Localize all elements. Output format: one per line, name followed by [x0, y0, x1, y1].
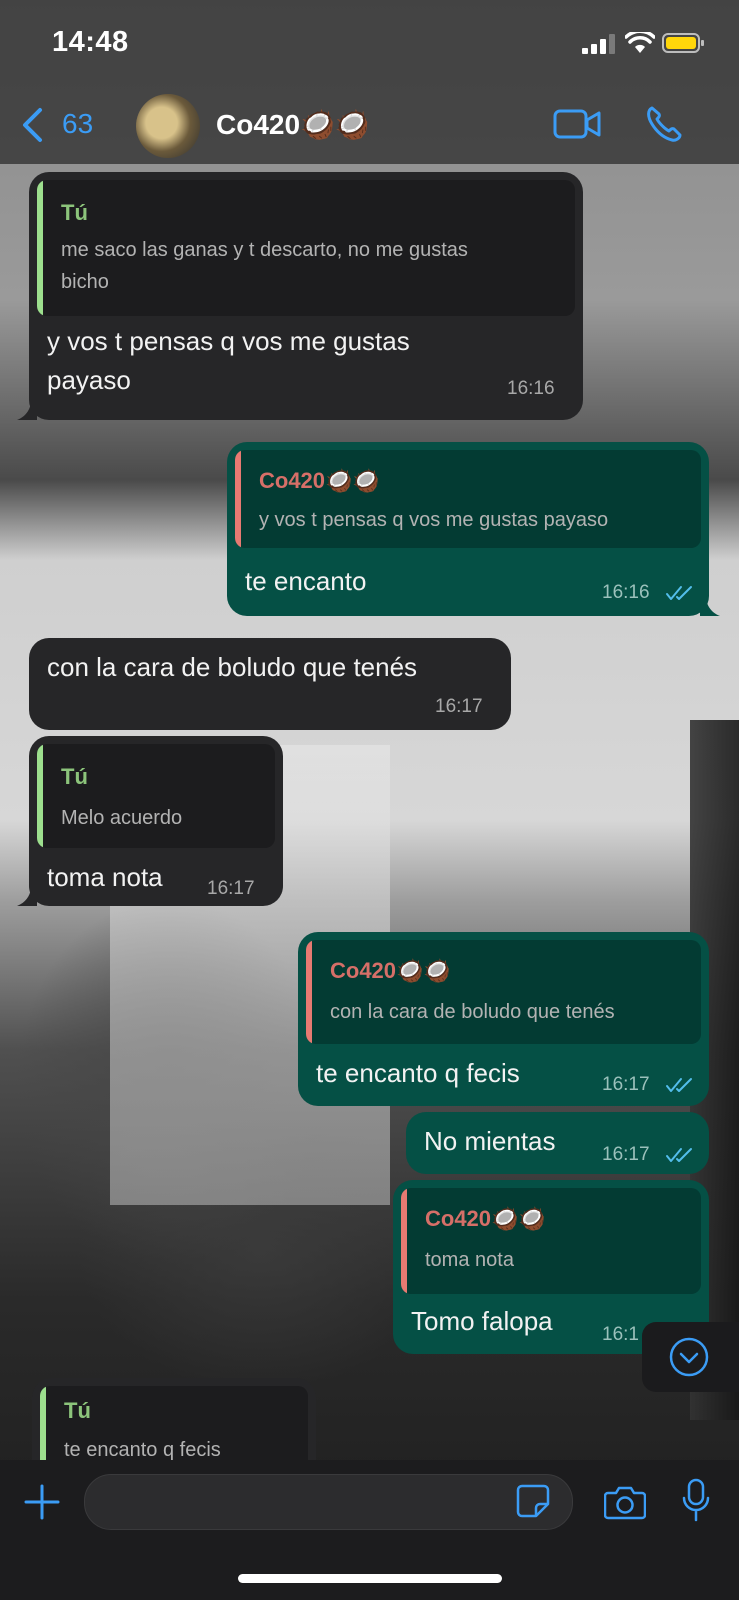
bubble-tail — [700, 596, 720, 616]
reply-quote[interactable]: Tú Melo acuerdo — [37, 744, 275, 848]
back-unread-count[interactable]: 63 — [62, 108, 93, 140]
message-time: 16:16 — [507, 378, 555, 399]
scroll-to-bottom-button[interactable] — [642, 1322, 739, 1392]
message-text: Tomo falopa — [411, 1306, 553, 1336]
message-bubble-incoming[interactable]: Tú Melo acuerdo toma nota 16:17 — [29, 736, 283, 906]
quote-text: me saco las ganas y t descarto, no me gu… — [61, 239, 468, 261]
reply-quote[interactable]: Co420🥥🥥 toma nota — [401, 1188, 701, 1294]
chevron-down-icon — [669, 1337, 709, 1377]
reply-quote[interactable]: Co420🥥🥥 con la cara de boludo que tenés — [306, 940, 701, 1044]
message-time: 16:17 — [602, 1074, 650, 1095]
quote-text: con la cara de boludo que tenés — [330, 1001, 615, 1023]
message-time: 16:17 — [435, 696, 483, 717]
status-bar: 14:48 — [0, 0, 739, 86]
quote-bar — [401, 1188, 407, 1294]
message-bubble-outgoing[interactable]: Co420🥥🥥 con la cara de boludo que tenés … — [298, 932, 709, 1106]
contact-avatar[interactable] — [136, 94, 200, 158]
quote-author: Co420🥥🥥 — [425, 1206, 546, 1231]
phone-call-icon[interactable] — [644, 104, 684, 144]
quote-author: Co420🥥🥥 — [330, 958, 451, 983]
plus-icon[interactable] — [24, 1484, 60, 1520]
battery-icon — [662, 33, 704, 53]
read-receipt-icon — [666, 1148, 692, 1162]
message-bubble-outgoing[interactable]: Co420🥥🥥 y vos t pensas q vos me gustas p… — [227, 442, 709, 616]
message-text: No mientas — [424, 1126, 556, 1156]
message-text: con la cara de boludo que tenés — [47, 652, 418, 682]
message-text: toma nota — [47, 862, 163, 892]
message-time: 16:1 — [602, 1324, 639, 1345]
quote-author: Tú — [61, 764, 88, 789]
quote-author: Tú — [61, 200, 88, 225]
message-bubble-incoming[interactable]: con la cara de boludo que tenés 16:17 — [29, 638, 511, 730]
quote-text: toma nota — [425, 1249, 514, 1271]
quote-text: Melo acuerdo — [61, 807, 183, 829]
message-input[interactable] — [84, 1474, 573, 1530]
quote-text: y vos t pensas q vos me gustas payaso — [259, 509, 609, 531]
message-text: te encanto q fecis — [316, 1058, 520, 1088]
message-text: te encanto — [245, 566, 367, 596]
read-receipt-icon — [666, 586, 692, 600]
bubble-tail — [17, 400, 37, 420]
microphone-icon[interactable] — [682, 1478, 710, 1522]
wifi-icon — [625, 32, 655, 53]
chat-title[interactable]: Co420🥥🥥 — [216, 108, 370, 141]
message-time: 16:17 — [602, 1144, 650, 1165]
cellular-signal-icon — [582, 34, 615, 54]
video-call-icon[interactable] — [553, 107, 601, 141]
home-indicator — [238, 1574, 502, 1583]
back-chevron-icon[interactable] — [20, 107, 46, 143]
sticker-icon[interactable] — [516, 1484, 550, 1518]
reply-quote[interactable]: Co420🥥🥥 y vos t pensas q vos me gustas p… — [235, 450, 701, 548]
quote-bar — [37, 180, 43, 316]
read-receipt-icon — [666, 1078, 692, 1092]
reply-quote[interactable]: Tú me saco las ganas y t descarto, no me… — [37, 180, 575, 316]
quote-author: Tú — [64, 1398, 91, 1423]
status-time: 14:48 — [52, 26, 129, 58]
quote-bar — [306, 940, 312, 1044]
camera-icon[interactable] — [604, 1484, 646, 1520]
message-bubble-outgoing[interactable]: No mientas 16:17 — [406, 1112, 709, 1174]
quote-author: Co420🥥🥥 — [259, 468, 380, 493]
quote-bar — [37, 744, 43, 848]
message-text: payaso — [47, 365, 131, 395]
quote-bar — [235, 450, 241, 548]
bubble-tail — [17, 886, 37, 906]
message-time: 16:17 — [207, 878, 255, 899]
message-bubble-incoming[interactable]: Tú me saco las ganas y t descarto, no me… — [29, 172, 583, 420]
message-text: y vos t pensas q vos me gustas — [47, 326, 410, 356]
quote-text: bicho — [61, 271, 109, 293]
message-time: 16:16 — [602, 582, 650, 603]
